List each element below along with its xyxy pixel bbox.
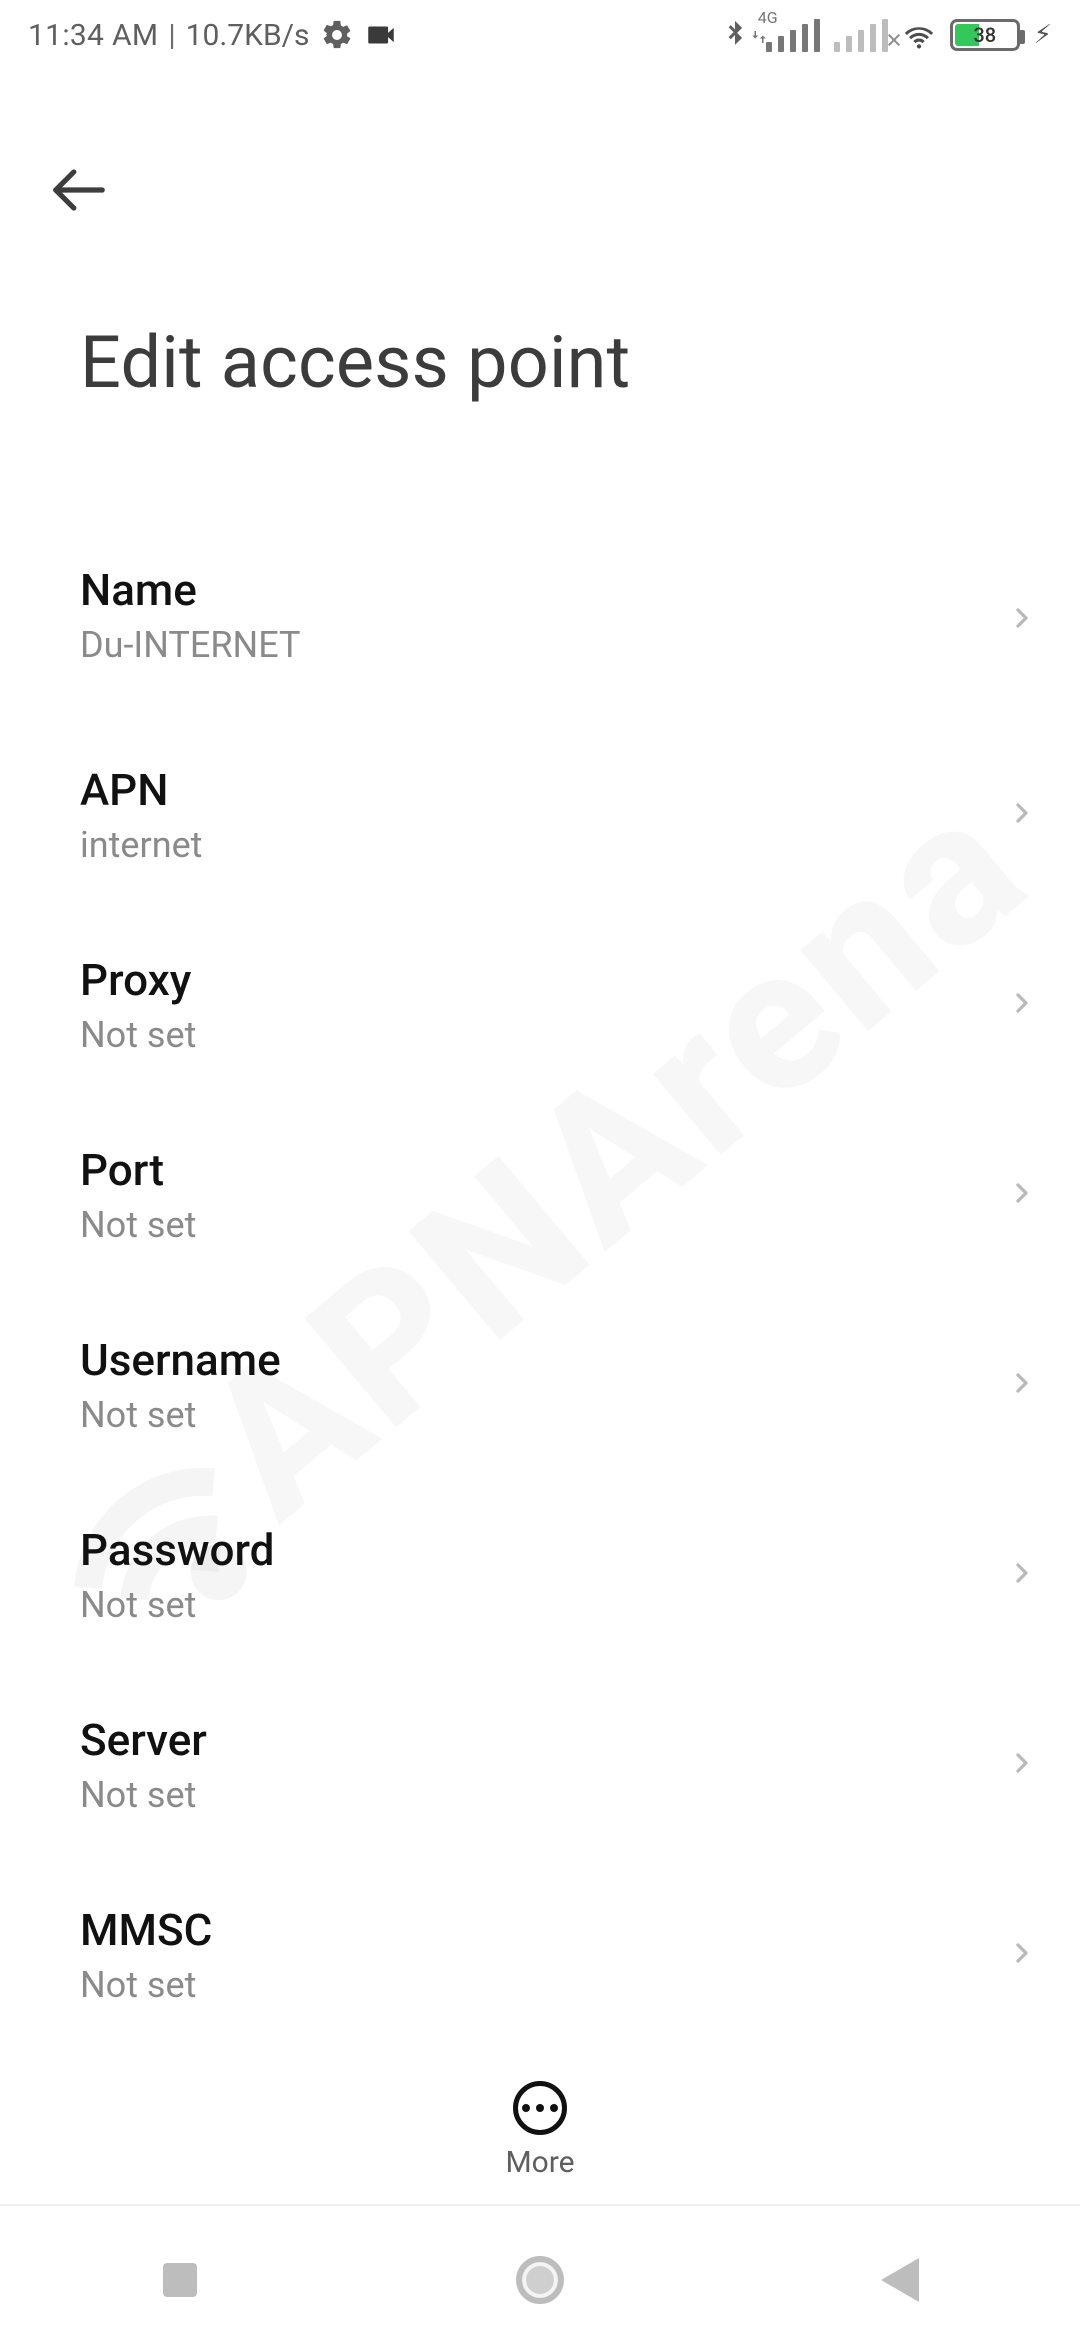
footer-divider (0, 2204, 1080, 2206)
field-value: Not set (80, 1584, 990, 1626)
apn-field-name[interactable]: Name Du-INTERNET (0, 520, 1080, 720)
chevron-right-icon (1006, 1173, 1038, 1217)
more-label: More (505, 2145, 574, 2180)
signal-updown-icon (750, 19, 768, 54)
settings-icon (320, 18, 354, 52)
no-sim-icon (886, 21, 902, 56)
status-separator: | (168, 18, 175, 53)
field-label: APN (80, 764, 990, 816)
video-camera-icon (364, 18, 398, 52)
apn-field-mmsc[interactable]: MMSC Not set (0, 1860, 1080, 2045)
chevron-right-icon (1006, 1743, 1038, 1787)
battery-status-icon: 38 (950, 19, 1020, 51)
apn-field-apn[interactable]: APN internet (0, 720, 1080, 910)
field-label: Server (80, 1714, 990, 1766)
field-label: Username (80, 1334, 990, 1386)
battery-percent-label: 38 (973, 23, 996, 47)
chevron-right-icon (1006, 1933, 1038, 1977)
status-bar: 11:34 AM | 10.7KB/s 4G (0, 0, 1080, 70)
square-icon (163, 2263, 197, 2297)
more-icon (513, 2081, 567, 2135)
field-value: Not set (80, 1964, 990, 2006)
circle-icon (516, 2256, 564, 2304)
apn-field-password[interactable]: Password Not set (0, 1480, 1080, 1670)
apn-settings-list: NameDu-INTERNETAPNinternetProxyNot setPo… (0, 520, 1080, 2045)
field-value: Du-INTERNET (80, 624, 990, 666)
field-label: Proxy (80, 954, 990, 1006)
chevron-right-icon (1006, 983, 1038, 1027)
charging-icon: ⚡︎ (1034, 20, 1052, 50)
chevron-right-icon (1006, 1553, 1038, 1597)
nav-recents-button[interactable] (148, 2248, 212, 2312)
navigation-bar (0, 2220, 1080, 2340)
apn-field-port[interactable]: Port Not set (0, 1100, 1080, 1290)
back-button[interactable] (34, 145, 124, 235)
field-value: Not set (80, 1394, 990, 1436)
field-value: Not set (80, 1014, 990, 1056)
field-value: internet (80, 824, 990, 866)
chevron-right-icon (1006, 1363, 1038, 1407)
chevron-right-icon (1006, 598, 1038, 642)
status-time: 11:34 AM (28, 18, 158, 53)
apn-field-server[interactable]: Server Not set (0, 1670, 1080, 1860)
signal-sim1-icon: 4G (766, 18, 820, 52)
field-value: Not set (80, 1204, 990, 1246)
triangle-left-icon (881, 2258, 919, 2302)
more-button[interactable]: More (0, 2081, 1080, 2180)
signal-sim2-icon (834, 18, 888, 52)
chevron-right-icon (1006, 793, 1038, 837)
page-title: Edit access point (80, 320, 1020, 405)
apn-field-username[interactable]: Username Not set (0, 1290, 1080, 1480)
nav-home-button[interactable] (508, 2248, 572, 2312)
field-label: Name (80, 564, 990, 616)
arrow-left-icon (48, 159, 110, 221)
wifi-icon (902, 18, 936, 52)
field-label: Password (80, 1524, 990, 1576)
apn-field-proxy[interactable]: Proxy Not set (0, 910, 1080, 1100)
appbar (0, 130, 1080, 250)
status-data-rate: 10.7KB/s (186, 18, 310, 53)
field-label: Port (80, 1144, 990, 1196)
field-label: MMSC (80, 1904, 990, 1956)
bluetooth-icon (718, 18, 752, 52)
nav-back-button[interactable] (868, 2248, 932, 2312)
field-value: Not set (80, 1774, 990, 1816)
